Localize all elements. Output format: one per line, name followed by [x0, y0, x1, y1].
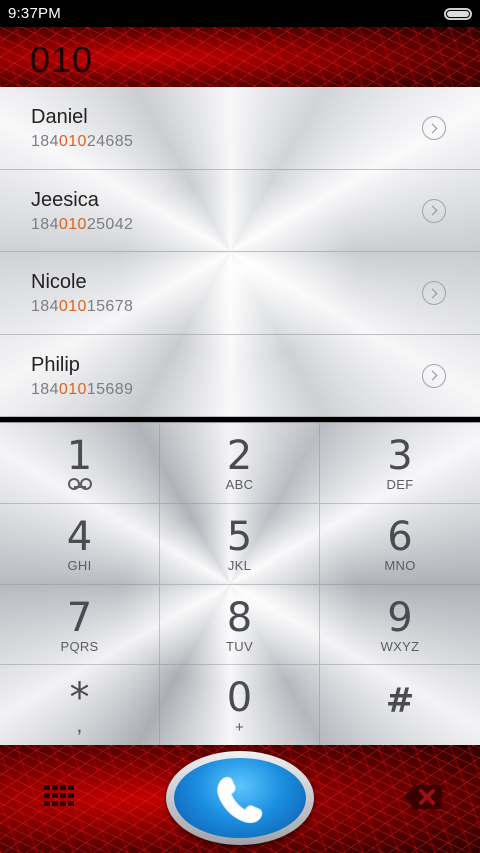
- key-digit: *: [69, 675, 90, 722]
- key-digit: 8: [226, 594, 253, 641]
- contact-results-list: Daniel 18401024685 Jeesica 18401025042 N…: [0, 87, 480, 417]
- key-letters: PQRS: [60, 638, 99, 654]
- key-digit: 5: [226, 513, 253, 560]
- contact-name: Daniel: [31, 106, 88, 128]
- key-letters: DEF: [386, 477, 414, 492]
- key-digit: 4: [66, 513, 93, 560]
- key-7[interactable]: 7 PQRS: [0, 584, 160, 666]
- call-button[interactable]: [166, 751, 314, 845]
- key-9[interactable]: 9 WXYZ: [320, 585, 480, 666]
- contact-row-jeesica[interactable]: Jeesica 18401025042: [0, 169, 480, 252]
- key-8[interactable]: 8 TUV: [160, 584, 320, 666]
- key-letters: MNO: [384, 557, 416, 573]
- key-hash[interactable]: #: [320, 665, 480, 746]
- contact-row-philip[interactable]: Philip 18401015689: [0, 334, 480, 417]
- key-5[interactable]: 5 JKL: [160, 503, 320, 585]
- key-4[interactable]: 4 GHI: [0, 503, 160, 585]
- dialpad: 1 2 ABC 3 DEF 4 GHI 5 JKL 6 MNO 7 PQRS 8: [0, 422, 480, 746]
- contact-number: 18401015689: [31, 380, 134, 398]
- key-digit: 1: [66, 433, 93, 479]
- key-letters: WXYZ: [380, 638, 420, 654]
- key-0[interactable]: 0 +: [160, 665, 320, 746]
- status-time: 9:37PM: [8, 5, 61, 22]
- status-bar: 9:37PM: [0, 0, 480, 27]
- key-letters: +: [234, 719, 245, 737]
- key-digit: 0: [226, 675, 253, 722]
- key-3[interactable]: 3 DEF: [320, 423, 480, 504]
- key-6[interactable]: 6 MNO: [320, 504, 480, 585]
- chevron-right-icon[interactable]: [422, 363, 446, 388]
- chevron-right-icon[interactable]: [422, 198, 446, 223]
- contact-name: Jeesica: [31, 188, 99, 211]
- contact-number: 18401025042: [31, 215, 134, 233]
- dialpad-icon[interactable]: [44, 785, 74, 807]
- contact-name: Nicole: [31, 271, 87, 293]
- contact-number: 18401024685: [31, 133, 134, 150]
- key-digit: 9: [387, 594, 413, 641]
- key-letters: GHI: [67, 557, 92, 573]
- contact-name: Philip: [31, 353, 80, 376]
- number-display-bar: 010: [0, 27, 480, 87]
- phone-icon: [217, 776, 263, 823]
- backspace-icon[interactable]: [402, 783, 444, 811]
- key-letters: ABC: [225, 477, 254, 492]
- key-letters: JKL: [227, 557, 252, 573]
- key-letters: TUV: [226, 638, 253, 654]
- battery-icon: [444, 8, 472, 20]
- contact-row-daniel[interactable]: Daniel 18401024685: [0, 87, 480, 170]
- key-star[interactable]: * ,: [0, 665, 160, 746]
- key-2[interactable]: 2 ABC: [160, 423, 320, 504]
- contact-number: 18401015678: [31, 298, 134, 315]
- bottom-action-bar: [0, 745, 480, 853]
- key-letters: ,: [77, 719, 82, 737]
- chevron-right-icon[interactable]: [422, 116, 446, 140]
- chevron-right-icon[interactable]: [422, 281, 446, 305]
- voicemail-icon: [67, 478, 92, 490]
- key-1[interactable]: 1: [0, 423, 160, 504]
- key-digit: #: [385, 681, 415, 722]
- key-digit: 7: [66, 594, 93, 641]
- dialed-number[interactable]: 010: [30, 39, 93, 81]
- key-digit: 2: [226, 433, 253, 479]
- contact-row-nicole[interactable]: Nicole 18401015678: [0, 252, 480, 335]
- key-digit: 6: [387, 513, 413, 560]
- key-digit: 3: [387, 433, 413, 479]
